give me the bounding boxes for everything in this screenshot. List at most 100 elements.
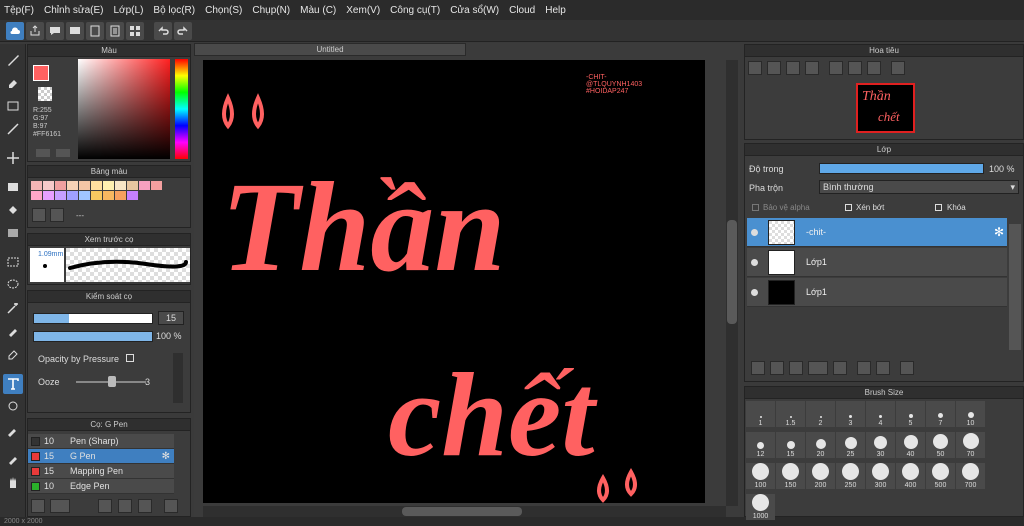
menu-snap[interactable]: Chụp(N) bbox=[252, 5, 290, 16]
brush-size-option[interactable]: 1000 bbox=[746, 494, 775, 520]
opacity-by-pressure-checkbox[interactable] bbox=[126, 354, 134, 362]
brush-size-option[interactable]: 7 bbox=[926, 401, 955, 427]
brush-size-option[interactable]: 10 bbox=[956, 401, 985, 427]
palette-swatch[interactable] bbox=[115, 191, 126, 200]
brush-size-option[interactable]: 1 bbox=[746, 401, 775, 427]
drawing-canvas[interactable]: -CHIT- @TLQUYNH1403 #HOIDAP247 Thần chết bbox=[203, 60, 705, 503]
menu-window[interactable]: Cửa sổ(W) bbox=[450, 5, 499, 16]
brush-size-option[interactable]: 30 bbox=[866, 432, 895, 458]
zoom-in-alt-icon[interactable] bbox=[767, 61, 781, 75]
hue-slider[interactable] bbox=[175, 59, 188, 159]
brush-duplicate-icon[interactable] bbox=[138, 499, 152, 513]
size-slider[interactable] bbox=[33, 313, 153, 324]
document-tab[interactable]: Untitled bbox=[194, 43, 466, 56]
lasso-tool-icon[interactable] bbox=[3, 275, 23, 295]
menu-view[interactable]: Xem(V) bbox=[346, 5, 380, 16]
brush-size-option[interactable]: 250 bbox=[836, 463, 865, 489]
color-mode-button[interactable] bbox=[36, 149, 50, 157]
line-tool-icon[interactable] bbox=[3, 119, 23, 139]
canvas-horizontal-scroll-thumb[interactable] bbox=[402, 507, 522, 516]
layer-settings-gear-icon[interactable]: ✻ bbox=[994, 225, 1004, 239]
add-palette-icon[interactable] bbox=[32, 208, 46, 222]
brush-size-option[interactable]: 5 bbox=[896, 401, 925, 427]
palette-swatch[interactable] bbox=[139, 181, 150, 190]
brush-settings-gear-icon[interactable]: ✻ bbox=[162, 451, 170, 462]
cloud-icon[interactable] bbox=[6, 21, 24, 40]
brush-control-scrollbar[interactable] bbox=[173, 353, 183, 403]
rotate-left-icon[interactable] bbox=[829, 61, 843, 75]
new-layer-icon[interactable] bbox=[751, 361, 765, 375]
menu-layer[interactable]: Lớp(L) bbox=[114, 5, 144, 16]
clipping-checkbox[interactable] bbox=[845, 204, 852, 211]
brush-size-option[interactable]: 20 bbox=[806, 432, 835, 458]
copy-layer-icon[interactable] bbox=[770, 361, 784, 375]
zoom-in-icon[interactable] bbox=[748, 61, 762, 75]
brush-size-option[interactable]: 70 bbox=[956, 432, 985, 458]
size-value[interactable]: 15 bbox=[158, 311, 184, 325]
menu-cloud[interactable]: Cloud bbox=[509, 5, 535, 16]
palette-swatch[interactable] bbox=[55, 181, 66, 190]
ooze-slider-handle[interactable] bbox=[108, 376, 116, 387]
select-eraser-tool-icon[interactable] bbox=[3, 344, 23, 364]
eye-icon[interactable] bbox=[751, 258, 758, 266]
brush-size-option[interactable]: 3 bbox=[836, 401, 865, 427]
blend-mode-select[interactable]: Bình thường ▾ bbox=[819, 180, 1019, 194]
eyedropper-tool-icon[interactable] bbox=[3, 420, 23, 440]
menu-select[interactable]: Chọn(S) bbox=[205, 5, 242, 16]
palette-swatch[interactable] bbox=[55, 191, 66, 200]
brush-trash-icon[interactable] bbox=[164, 499, 178, 513]
brush-item-g-pen[interactable]: 15 G Pen ✻ bbox=[28, 449, 174, 464]
palette-swatch[interactable] bbox=[127, 181, 138, 190]
brush-size-option[interactable]: 700 bbox=[956, 463, 985, 489]
color-option-button[interactable] bbox=[56, 149, 70, 157]
brush-size-option[interactable]: 4 bbox=[866, 401, 895, 427]
palette-swatch[interactable] bbox=[151, 181, 162, 190]
layer-row-2[interactable]: Lớp1 bbox=[747, 278, 1007, 307]
layers-scrollbar[interactable] bbox=[1009, 224, 1021, 350]
menu-file[interactable]: Tệp(F) bbox=[4, 5, 34, 16]
import-layer-icon[interactable] bbox=[789, 361, 803, 375]
brush-size-option[interactable]: 1.5 bbox=[776, 401, 805, 427]
move-tool-icon[interactable] bbox=[3, 148, 23, 168]
rectangle-tool-icon[interactable] bbox=[3, 96, 23, 116]
select-rect-tool-icon[interactable] bbox=[3, 252, 23, 272]
layer-menu-icon[interactable] bbox=[808, 361, 828, 375]
layer-opacity-slider[interactable] bbox=[819, 163, 984, 174]
brush-folder-icon[interactable] bbox=[118, 499, 132, 513]
brush-page-icon[interactable] bbox=[98, 499, 112, 513]
undo-icon[interactable] bbox=[154, 21, 172, 40]
rotate-right-icon[interactable] bbox=[867, 61, 881, 75]
page-icon[interactable] bbox=[86, 21, 104, 40]
magic-wand-tool-icon[interactable] bbox=[3, 298, 23, 318]
chat-icon[interactable] bbox=[66, 21, 84, 40]
navigator-thumbnail[interactable]: Thần chết bbox=[856, 83, 915, 133]
document-icon[interactable] bbox=[106, 21, 124, 40]
grid-icon[interactable] bbox=[126, 21, 144, 40]
brush-size-option[interactable]: 100 bbox=[746, 463, 775, 489]
menu-edit[interactable]: Chỉnh sửa(E) bbox=[44, 5, 104, 16]
menu-help[interactable]: Help bbox=[545, 5, 566, 16]
brush-item-mapping-pen[interactable]: 15 Mapping Pen bbox=[28, 464, 174, 479]
redo-icon[interactable] bbox=[174, 21, 192, 40]
protect-alpha-checkbox[interactable] bbox=[752, 204, 759, 211]
delete-layer-trash-icon[interactable] bbox=[900, 361, 914, 375]
palette-swatch[interactable] bbox=[67, 181, 78, 190]
brush-size-option[interactable]: 15 bbox=[776, 432, 805, 458]
brush-size-option[interactable]: 500 bbox=[926, 463, 955, 489]
trash-palette-icon[interactable] bbox=[50, 208, 64, 222]
eye-icon[interactable] bbox=[751, 228, 758, 236]
palette-swatch[interactable] bbox=[91, 191, 102, 200]
canvas-vertical-scroll-thumb[interactable] bbox=[727, 220, 737, 324]
menu-color[interactable]: Màu (C) bbox=[300, 5, 336, 16]
flip-horizontal-icon[interactable] bbox=[891, 61, 905, 75]
brush-size-option[interactable]: 200 bbox=[806, 463, 835, 489]
bucket-tool-icon[interactable] bbox=[3, 200, 23, 220]
saturation-value-picker[interactable] bbox=[78, 59, 170, 159]
layer-folder-icon[interactable] bbox=[833, 361, 847, 375]
palette-swatch[interactable] bbox=[79, 191, 90, 200]
share-icon[interactable] bbox=[26, 21, 44, 40]
palette-swatch[interactable] bbox=[103, 191, 114, 200]
foreground-color-swatch[interactable] bbox=[33, 65, 49, 81]
fit-screen-icon[interactable] bbox=[848, 61, 862, 75]
palette-swatch[interactable] bbox=[67, 191, 78, 200]
